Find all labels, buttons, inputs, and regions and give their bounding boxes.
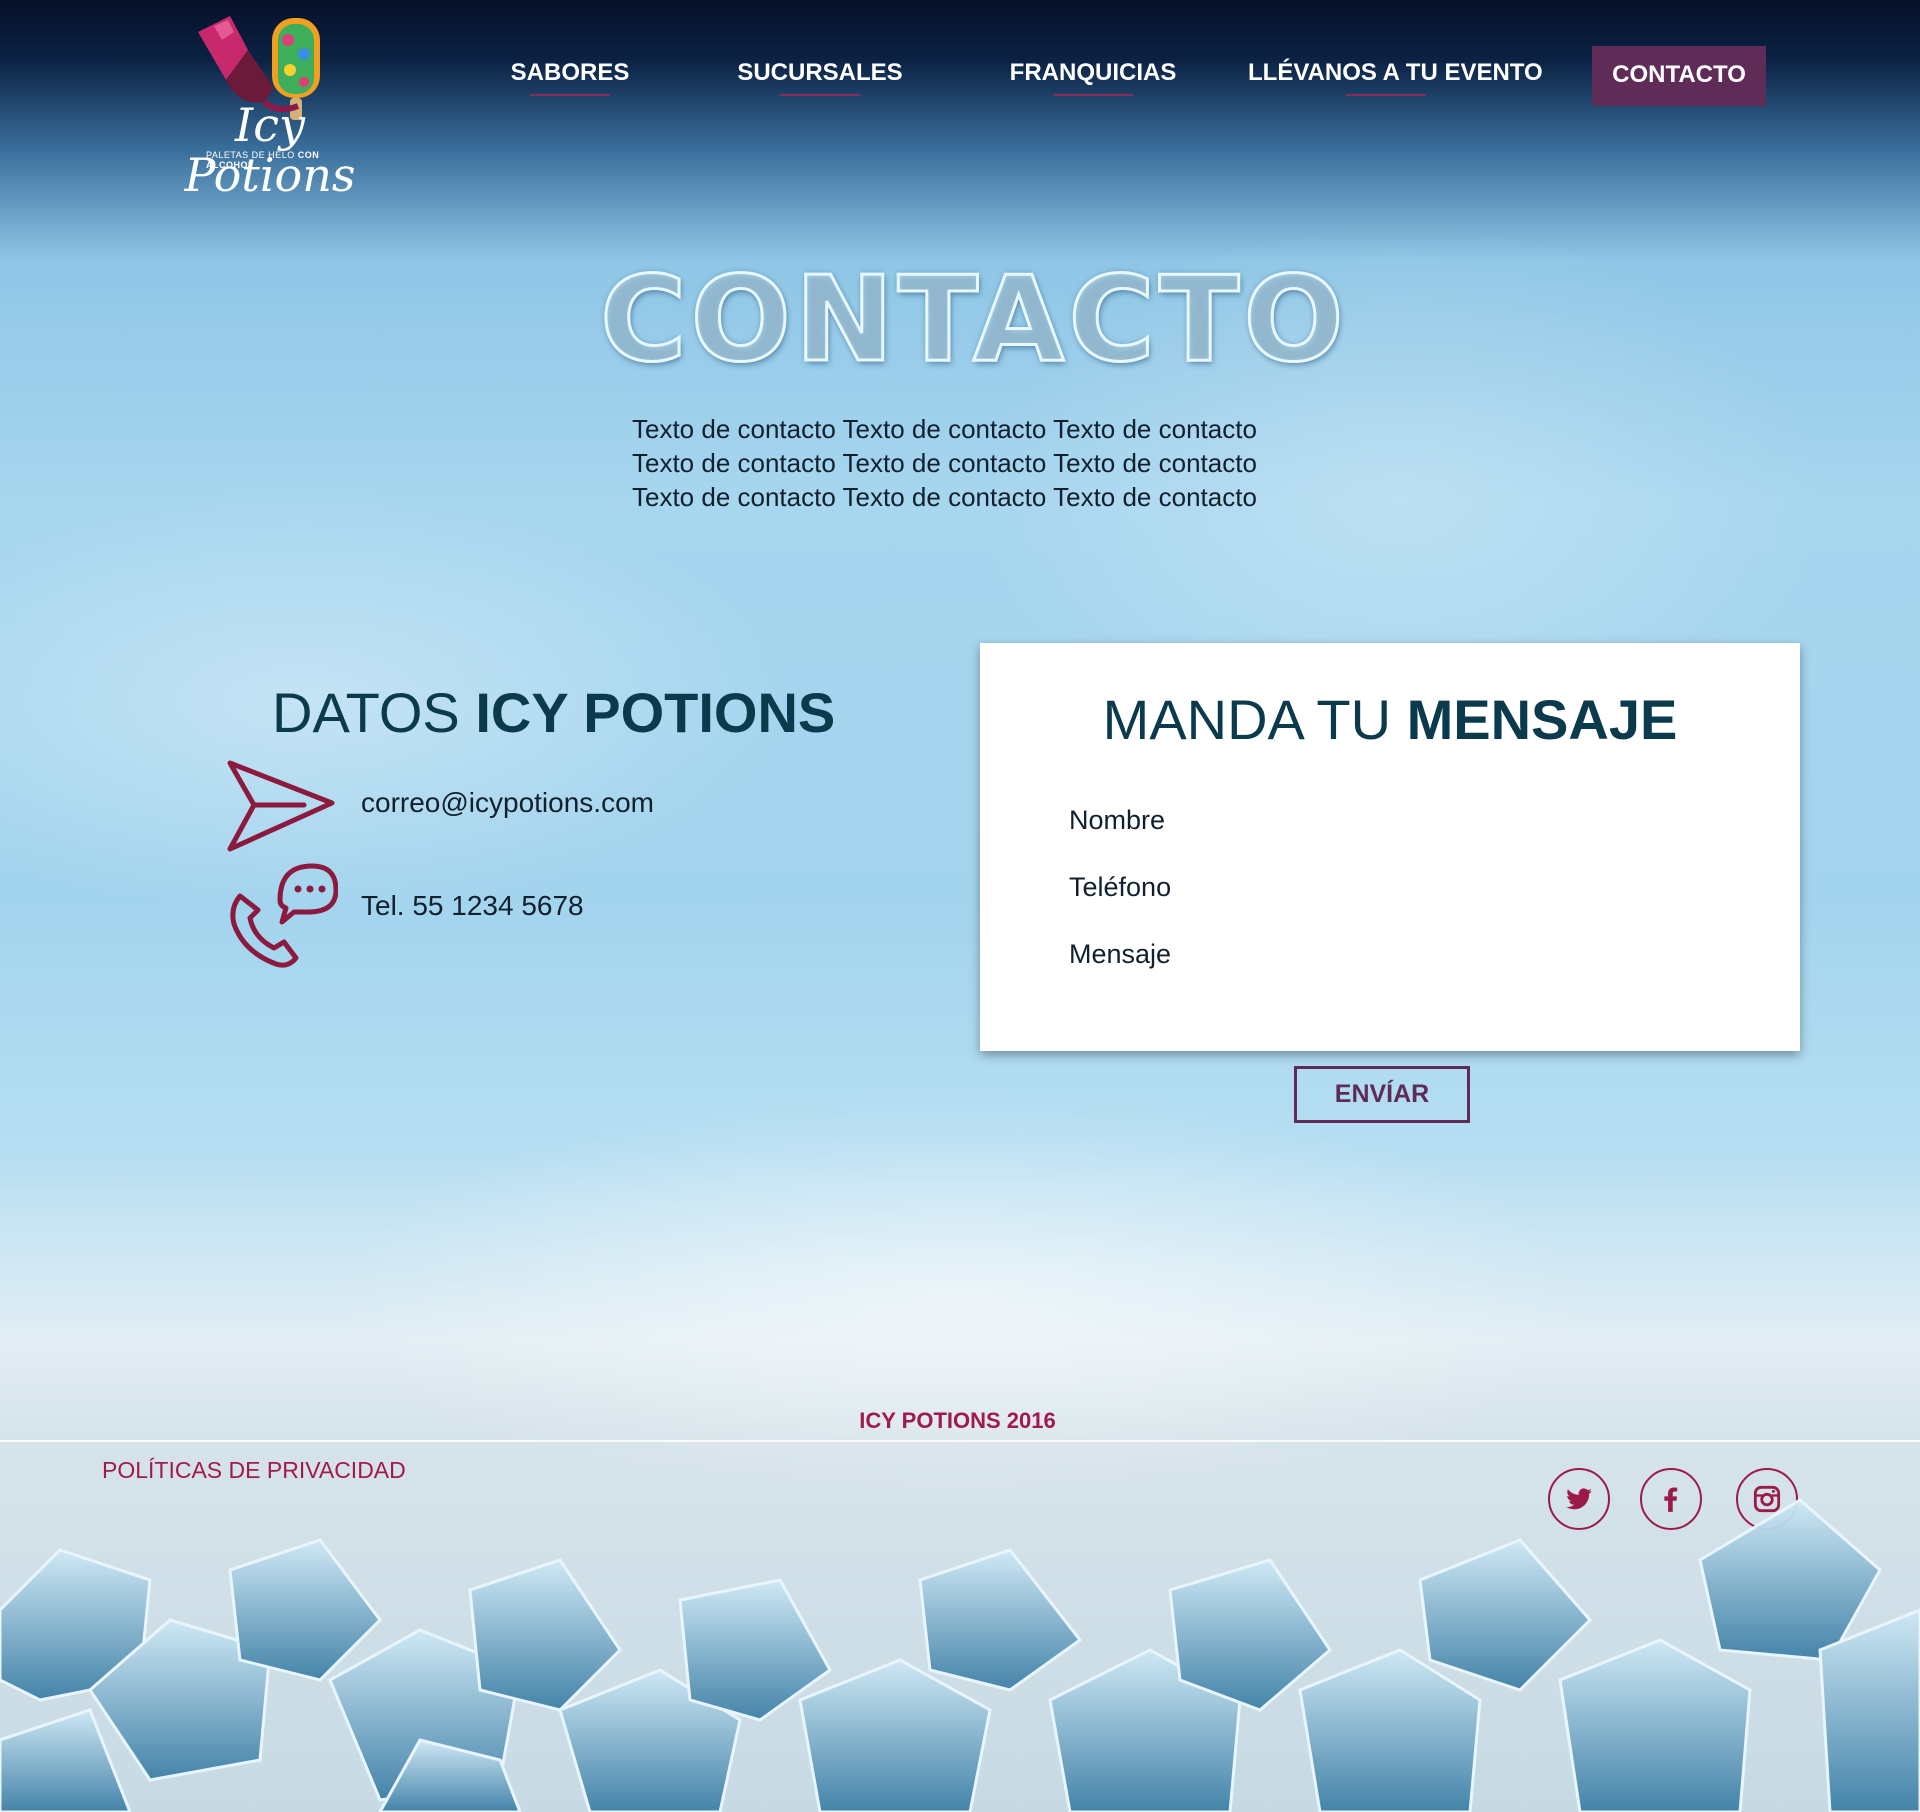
- nav-link-sucursales[interactable]: SUCURSALES: [730, 46, 910, 106]
- nav-underline: [1053, 94, 1133, 96]
- telefono-label: Teléfono: [1069, 872, 1172, 902]
- datos-heading: DATOS ICY POTIONS: [272, 680, 835, 745]
- nombre-field: Nombre: [1069, 801, 1709, 845]
- brand-tagline: PALETAS DE HELO CON ALCOHOL: [206, 150, 366, 170]
- nav-underline: [1346, 94, 1426, 96]
- contact-form-card: MANDA TU MENSAJE Nombre Teléfono Mensaje: [980, 643, 1800, 1051]
- phone-chat-icon: [230, 863, 338, 968]
- nav-link-label: LLÉVANOS A TU EVENTO: [1248, 59, 1543, 86]
- datos-heading-light: DATOS: [272, 681, 476, 744]
- nav-link-label: SABORES: [510, 59, 630, 86]
- nav-underline: [530, 94, 610, 96]
- nav-link-sabores[interactable]: SABORES: [490, 46, 650, 106]
- telefono-field: Teléfono: [1069, 868, 1709, 912]
- form-heading: MANDA TU MENSAJE: [980, 687, 1800, 752]
- footer-divider: [0, 1440, 1920, 1442]
- telefono-input[interactable]: [1209, 868, 1709, 912]
- nav-link-label: FRANQUICIAS: [1009, 59, 1177, 86]
- nav-link-evento[interactable]: LLÉVANOS A TU EVENTO: [1248, 46, 1543, 106]
- nombre-label: Nombre: [1069, 805, 1166, 835]
- mensaje-label: Mensaje: [1069, 939, 1172, 969]
- brand-tagline-prefix: PALETAS DE HELO: [206, 150, 295, 160]
- email-link[interactable]: correo@icypotions.com: [361, 787, 654, 819]
- copyright-text: ICY POTIONS 2016: [859, 1408, 1056, 1433]
- nav-link-franquicias[interactable]: FRANQUICIAS: [998, 46, 1188, 106]
- ice-cubes-decoration: [0, 1498, 1920, 1812]
- datos-heading-bold: ICY POTIONS: [475, 681, 836, 744]
- intro-text: Texto de contacto Texto de contacto Text…: [632, 414, 1257, 512]
- mensaje-input[interactable]: [1209, 935, 1709, 979]
- paper-plane-icon: [227, 760, 335, 852]
- page-title: CONTACTO: [599, 249, 1348, 390]
- nav-contacto-button[interactable]: CONTACTO: [1592, 46, 1766, 106]
- nombre-input[interactable]: [1209, 801, 1709, 845]
- send-button[interactable]: ENVÍAR: [1294, 1066, 1470, 1123]
- phone-text[interactable]: Tel. 55 1234 5678: [361, 890, 584, 922]
- nav-underline: [780, 94, 860, 96]
- form-heading-bold: MENSAJE: [1406, 688, 1678, 751]
- mensaje-field: Mensaje: [1069, 935, 1709, 979]
- nav-link-label: SUCURSALES: [737, 59, 903, 86]
- form-heading-light: MANDA TU: [1102, 688, 1407, 751]
